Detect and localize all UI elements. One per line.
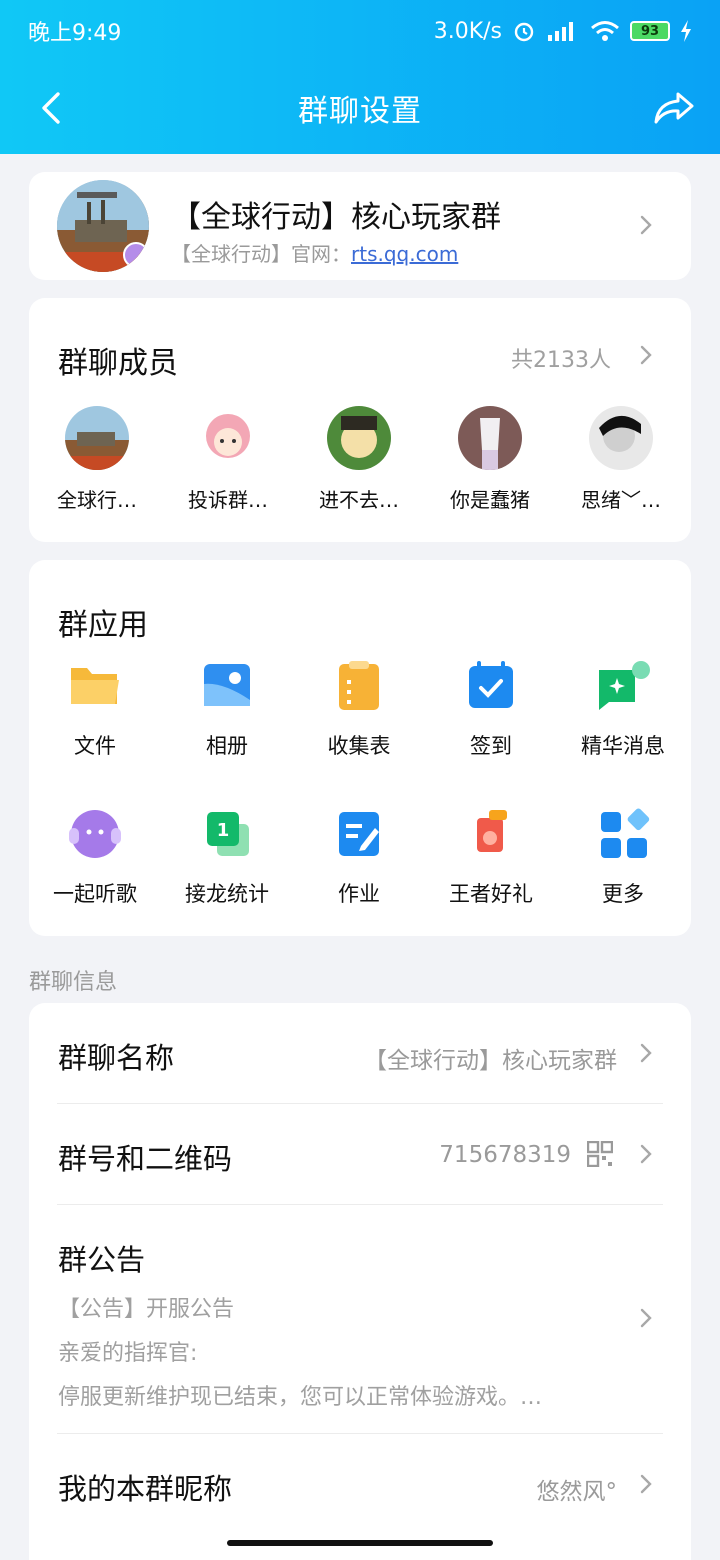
group-subtitle: 【全球行动】官网：rts.qq.com <box>171 238 458 267</box>
page-title: 群聊设置 <box>298 94 422 129</box>
member-avatar <box>65 406 129 470</box>
row-label: 群号和二维码 <box>58 1142 233 1176</box>
back-icon[interactable] <box>34 90 70 126</box>
app-item-homework[interactable]: 作业 <box>293 808 425 908</box>
battery-icon: 93 <box>630 21 670 41</box>
chevron-right-icon <box>635 1473 657 1495</box>
row-value: 715678319 <box>439 1142 571 1168</box>
app-label: 作业 <box>338 882 380 906</box>
group-name: 【全球行动】核心玩家群 <box>171 200 501 235</box>
app-item-album[interactable]: 相册 <box>161 660 293 760</box>
app-item-music[interactable]: 一起听歌 <box>29 808 161 908</box>
svg-text:1: 1 <box>217 820 230 841</box>
row-value: 悠然风° <box>536 1479 618 1505</box>
member-avatar <box>327 406 391 470</box>
alarm-icon <box>514 22 534 42</box>
chevron-right-icon <box>635 1307 657 1329</box>
app-label: 文件 <box>74 734 116 758</box>
notice-line: 亲爱的指挥官: <box>58 1341 198 1366</box>
homework-icon <box>331 808 387 860</box>
nav-bar: 群聊设置 <box>0 62 720 154</box>
folder-icon <box>67 660 123 712</box>
chevron-right-icon <box>635 1042 657 1064</box>
row-value: 【全球行动】核心玩家群 <box>364 1048 617 1074</box>
checkin-icon <box>463 660 519 712</box>
group-name-row[interactable]: 群聊名称 【全球行动】核心玩家群 <box>29 1003 691 1103</box>
status-icons: 3.0K/s 93 <box>434 19 692 44</box>
member-avatar <box>589 406 653 470</box>
app-label: 王者好礼 <box>449 882 533 906</box>
member-avatar <box>196 406 260 470</box>
form-icon <box>331 660 387 712</box>
group-info-card: 群聊名称 【全球行动】核心玩家群 群号和二维码 715678319 群公告 【公… <box>29 1003 691 1560</box>
row-label: 我的本群昵称 <box>58 1472 233 1506</box>
app-item-files[interactable]: 文件 <box>29 660 161 760</box>
notice-line: 停服更新维护现已结束，您可以正常体验游戏。… <box>58 1385 543 1410</box>
header: 晚上9:49 3.0K/s 93 群聊设置 <box>0 0 720 154</box>
row-label: 群公告 <box>58 1243 146 1277</box>
charging-icon <box>681 20 691 42</box>
group-avatar[interactable] <box>57 180 149 272</box>
app-item-more[interactable]: 更多 <box>557 808 689 908</box>
app-item-checkin[interactable]: 签到 <box>425 660 557 760</box>
app-label: 更多 <box>602 882 644 906</box>
app-label: 签到 <box>470 734 512 758</box>
wifi-icon <box>591 21 619 41</box>
members-title: 群聊成员 <box>58 346 178 381</box>
relay-icon: 1 <box>199 808 255 860</box>
member-item[interactable]: 你是蠢猪 <box>430 406 550 513</box>
members-card: 群聊成员 共2133人 全球行… 投诉群… 进不去… 你是蠢猪 思绪﹀… <box>29 298 691 542</box>
my-nickname-row[interactable]: 我的本群昵称 悠然风° <box>29 1434 691 1534</box>
highlight-icon <box>595 660 651 712</box>
qr-code-icon[interactable] <box>587 1141 613 1167</box>
member-name: 你是蠢猪 <box>450 488 530 512</box>
app-item-gift[interactable]: 王者好礼 <box>425 808 557 908</box>
app-label: 一起听歌 <box>53 882 137 906</box>
group-id-row[interactable]: 群号和二维码 715678319 <box>29 1104 691 1204</box>
member-item[interactable]: 思绪﹀… <box>561 406 681 513</box>
app-item-highlight[interactable]: 精华消息 <box>557 660 689 760</box>
app-label: 精华消息 <box>581 734 665 758</box>
member-item[interactable]: 进不去… <box>299 406 419 513</box>
member-item[interactable]: 全球行… <box>37 406 157 513</box>
apps-title: 群应用 <box>58 608 148 643</box>
status-bar: 晚上9:49 3.0K/s 93 <box>0 0 720 62</box>
app-item-form[interactable]: 收集表 <box>293 660 425 760</box>
app-label: 相册 <box>206 734 248 758</box>
member-count[interactable]: 共2133人 <box>511 342 611 374</box>
app-item-relay[interactable]: 1 接龙统计 <box>161 808 293 908</box>
share-icon[interactable] <box>652 90 696 126</box>
member-avatar <box>458 406 522 470</box>
member-name: 思绪﹀… <box>581 488 661 512</box>
info-section-label: 群聊信息 <box>29 970 118 995</box>
group-badge-icon <box>123 242 149 268</box>
member-name: 投诉群… <box>188 488 268 512</box>
group-apps-card: 群应用 文件 相册 收集表 签到 精华消息 一起听歌 1 接龙统计 作业 王者好… <box>29 560 691 936</box>
group-subtitle-prefix: 【全球行动】官网： <box>171 242 351 266</box>
net-speed: 3.0K/s <box>433 18 502 44</box>
app-label: 收集表 <box>327 734 391 758</box>
member-item[interactable]: 投诉群… <box>168 406 288 513</box>
chevron-right-icon <box>635 1143 657 1165</box>
more-icon <box>595 808 651 860</box>
member-name: 进不去… <box>319 488 399 512</box>
row-label: 群聊名称 <box>58 1041 175 1075</box>
music-icon <box>67 808 123 860</box>
chevron-right-icon <box>635 214 657 236</box>
signal-icon <box>548 22 573 41</box>
group-notice-row[interactable]: 群公告 【公告】开服公告 亲爱的指挥官: 停服更新维护现已结束，您可以正常体验游… <box>29 1205 691 1433</box>
app-label: 接龙统计 <box>185 882 269 906</box>
notice-line: 【公告】开服公告 <box>58 1297 235 1322</box>
gift-icon <box>463 808 519 860</box>
member-name: 全球行… <box>57 488 137 512</box>
group-profile-card[interactable]: 【全球行动】核心玩家群 【全球行动】官网：rts.qq.com <box>29 172 691 280</box>
group-website-link[interactable]: rts.qq.com <box>351 242 458 266</box>
chevron-right-icon[interactable] <box>635 344 657 366</box>
album-icon <box>199 660 255 712</box>
status-time: 晚上9:49 <box>28 21 122 46</box>
home-indicator[interactable] <box>227 1540 493 1546</box>
